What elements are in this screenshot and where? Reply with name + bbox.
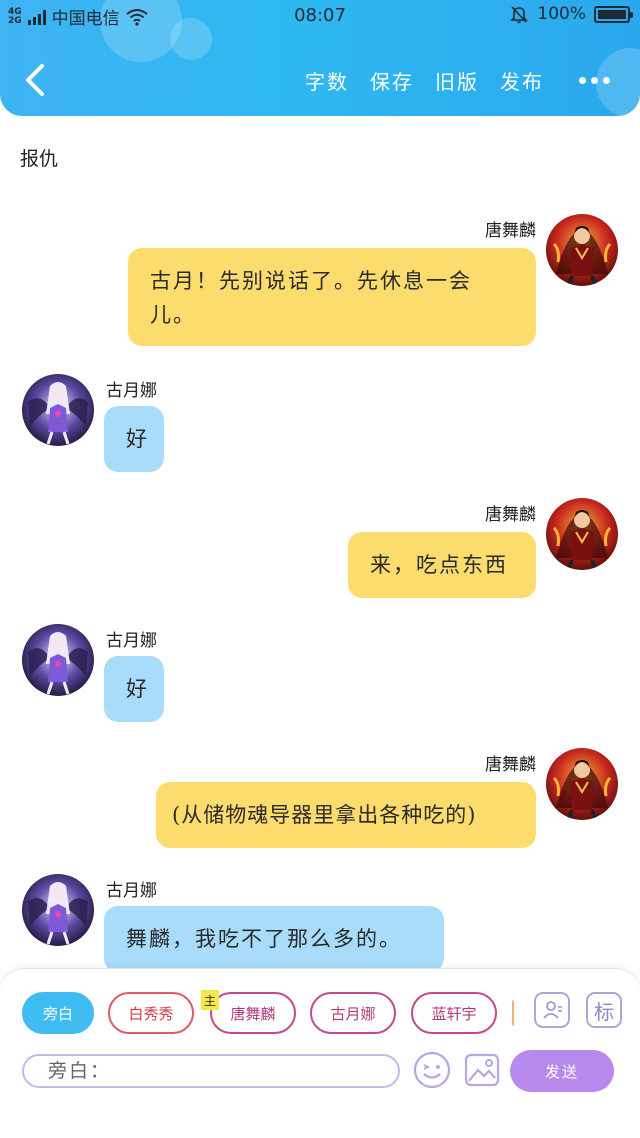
emoji-icon[interactable] <box>412 1050 452 1090</box>
role-chip-tang-wulin[interactable]: 唐舞麟 <box>210 992 296 1034</box>
chevron-left-icon <box>26 64 44 96</box>
save-button[interactable]: 保存 <box>370 66 414 95</box>
message-bubble[interactable]: (从储物魂导器里拿出各种吃的) <box>156 782 536 848</box>
speaker-name: 唐舞麟 <box>485 755 536 775</box>
message-input[interactable] <box>22 1054 400 1088</box>
avatar-tang-wulin[interactable] <box>546 748 618 820</box>
main-role-badge: 主 <box>201 990 219 1010</box>
role-list-overflow-indicator <box>512 1000 516 1026</box>
avatar-gu-yuena[interactable] <box>22 874 94 946</box>
message-bubble[interactable]: 古月！先别说话了。先休息一会儿。 <box>128 248 536 346</box>
speaker-name: 古月娜 <box>106 381 157 401</box>
message-bubble[interactable]: 好 <box>104 656 164 722</box>
role-chip-gu-yuena[interactable]: 古月娜 <box>310 992 396 1034</box>
battery-percent: 100% <box>537 4 586 24</box>
message-bubble[interactable]: 好 <box>104 406 164 472</box>
avatar-gu-yuena[interactable] <box>22 374 94 446</box>
speaker-name: 唐舞麟 <box>485 221 536 241</box>
role-chip-lan-xuanyu[interactable]: 蓝轩宇 <box>411 992 497 1034</box>
message-bubble[interactable]: 来，吃点东西 <box>348 532 536 598</box>
battery-icon <box>594 5 633 23</box>
role-chip-narrator[interactable]: 旁白 <box>22 992 94 1034</box>
speaker-name: 古月娜 <box>106 881 157 901</box>
avatar-tang-wulin[interactable] <box>546 498 618 570</box>
contact-card-icon[interactable] <box>534 992 570 1028</box>
role-chip-bai-xiuxiu[interactable]: 白秀秀 <box>108 992 194 1034</box>
tag-button[interactable]: 标 <box>586 992 622 1028</box>
old-version-button[interactable]: 旧版 <box>435 66 479 95</box>
avatar-gu-yuena[interactable] <box>22 624 94 696</box>
composer-row: 发送 <box>0 1050 640 1096</box>
send-button[interactable]: 发送 <box>510 1050 614 1092</box>
avatar-tang-wulin[interactable] <box>546 214 618 286</box>
app-header: 4G 2G 中国电信 08:07 100% 字数 保存 旧版 发布 <box>0 0 640 116</box>
publish-button[interactable]: 发布 <box>500 66 544 95</box>
bell-muted-icon <box>510 6 529 24</box>
role-selector: 旁白 白秀秀 主 唐舞麟 古月娜 蓝轩宇 标 <box>0 990 640 1038</box>
message-bubble[interactable]: 舞麟，我吃不了那么多的。 <box>104 906 444 972</box>
status-bar: 4G 2G 中国电信 08:07 100% <box>0 0 640 32</box>
word-count-button[interactable]: 字数 <box>305 66 349 95</box>
header-actions: 字数 保存 旧版 发布 <box>305 66 610 95</box>
back-button[interactable] <box>18 60 52 100</box>
more-dots-icon[interactable] <box>579 77 610 84</box>
speaker-name: 唐舞麟 <box>485 505 536 525</box>
speaker-name: 古月娜 <box>106 631 157 651</box>
story-title: 报仇 <box>20 148 59 170</box>
image-icon[interactable] <box>462 1050 502 1090</box>
